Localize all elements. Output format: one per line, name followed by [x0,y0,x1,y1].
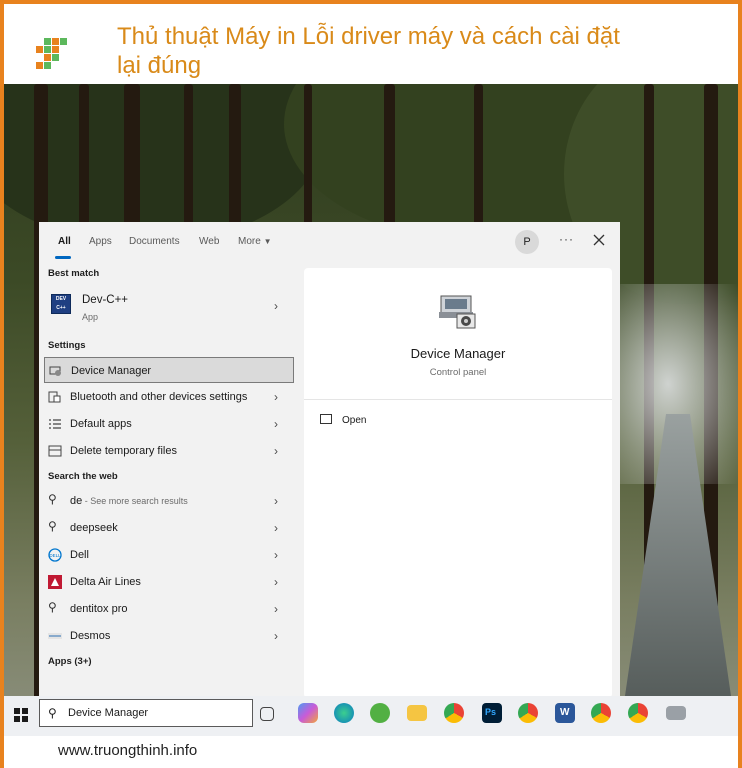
chrome-profile-2-icon[interactable] [591,703,611,723]
dell-icon: DELL [48,548,62,562]
detail-pane: Device Manager Control panel Open [304,268,612,698]
settings-item-label: Delete temporary files [70,445,177,457]
bluetooth-devices-icon [48,391,61,403]
taskbar-search-input[interactable] [68,705,248,721]
chevron-right-icon: › [274,417,278,431]
web-item-label: Desmos [70,630,111,642]
start-search-panel: All Apps Documents Web More ▼ P ··· Best… [39,222,620,698]
chevron-right-icon: › [274,444,278,458]
settings-item-default-apps[interactable]: Default apps › [44,411,294,437]
web-item-label: de - See more search results [70,495,188,507]
green-app-icon[interactable] [370,703,390,723]
settings-item-device-manager[interactable]: Device Manager [44,357,294,383]
taskbar: ⚲ Ps W [4,696,738,736]
svg-text:DELL: DELL [49,553,61,558]
best-match-name: Dev-C++ [82,294,129,306]
open-icon [320,414,332,424]
chrome-profile-icon[interactable] [518,703,538,723]
site-url[interactable]: www.truongthinh.info [58,742,197,759]
photoshop-icon[interactable]: Ps [482,703,502,723]
web-item-label: deepseek [70,522,118,534]
device-manager-icon [49,366,61,376]
chevron-right-icon: › [274,629,278,643]
active-tab-indicator [55,256,71,259]
copilot-icon[interactable] [298,703,318,723]
windows-start-icon[interactable] [14,708,28,722]
word-icon[interactable]: W [555,703,575,723]
open-action[interactable]: Open [314,410,514,432]
settings-item-label: Device Manager [71,365,152,377]
chevron-down-icon: ▼ [263,237,272,246]
search-tabs: All Apps Documents Web More ▼ P ··· [39,222,620,260]
web-item-de[interactable]: ⚲ de - See more search results › [44,488,294,514]
default-apps-icon [49,419,61,429]
search-icon: ⚲ [48,492,57,506]
detail-subtitle: Control panel [429,367,487,378]
chevron-right-icon: › [274,521,278,535]
open-label: Open [342,415,367,426]
web-item-label: dentitox pro [70,603,128,615]
article-header: Thủ thuật Máy in Lỗi driver máy và cách … [4,4,738,82]
tab-more-label: More [238,236,261,247]
edge-icon[interactable] [334,703,354,723]
file-explorer-icon[interactable] [407,705,427,721]
site-logo [36,38,72,74]
delta-icon [48,575,62,589]
search-icon: ⚲ [48,706,57,720]
web-item-hint: - See more search results [82,496,188,506]
taskbar-search-box[interactable]: ⚲ [39,699,253,727]
article-title: Thủ thuật Máy in Lỗi driver máy và cách … [117,23,620,79]
settings-heading: Settings [48,340,86,351]
footer: www.truongthinh.info [4,736,738,768]
web-item-delta[interactable]: Delta Air Lines › [44,569,294,595]
apps-more-heading[interactable]: Apps (3+) [48,656,92,667]
tab-all[interactable]: All [58,236,71,247]
search-icon: ⚲ [48,519,57,533]
device-manager-large-icon [439,295,476,329]
best-match-item[interactable]: DEV C++ Dev-C++ App › [44,286,294,330]
chevron-right-icon: › [274,299,278,313]
chevron-right-icon: › [274,575,278,589]
more-options-icon[interactable]: ··· [559,232,574,246]
best-match-heading: Best match [48,268,100,279]
web-item-dell[interactable]: DELL Dell › [44,542,294,568]
web-item-dentitox[interactable]: ⚲ dentitox pro › [44,596,294,622]
detail-title: Device Manager [410,346,506,361]
settings-item-label: Default apps [70,418,132,430]
search-icon: ⚲ [48,600,57,614]
desktop-wallpaper: All Apps Documents Web More ▼ P ··· Best… [4,84,738,736]
delete-files-icon [48,445,62,457]
chevron-right-icon: › [274,548,278,562]
close-icon[interactable] [589,230,609,250]
tab-more[interactable]: More ▼ [238,236,272,247]
web-item-query: de [70,495,83,507]
desmos-icon [48,633,62,639]
web-item-label: Dell [70,549,89,561]
devcpp-icon: DEV C++ [51,294,71,314]
search-web-heading: Search the web [48,471,118,482]
image-frame: Thủ thuật Máy in Lỗi driver máy và cách … [0,0,742,768]
web-item-deepseek[interactable]: ⚲ deepseek › [44,515,294,541]
web-item-label: Delta Air Lines [70,576,141,588]
chevron-right-icon: › [274,494,278,508]
settings-item-label: Bluetooth and other devices settings [70,391,248,403]
divider [304,399,612,400]
settings-item-delete-temp[interactable]: Delete temporary files › [44,438,294,464]
chrome-profile-3-icon[interactable] [628,703,648,723]
user-avatar[interactable]: P [515,230,539,254]
settings-item-bluetooth[interactable]: Bluetooth and other devices settings › [44,384,294,410]
chevron-right-icon: › [274,390,278,404]
web-item-desmos[interactable]: Desmos › [44,623,294,649]
chevron-right-icon: › [274,602,278,616]
best-match-type: App [82,312,99,322]
chrome-icon[interactable] [444,703,464,723]
task-view-icon[interactable] [260,707,274,721]
tab-web[interactable]: Web [199,236,219,247]
tab-apps[interactable]: Apps [89,236,112,247]
printer-app-icon[interactable] [666,706,686,720]
tab-documents[interactable]: Documents [129,236,180,247]
